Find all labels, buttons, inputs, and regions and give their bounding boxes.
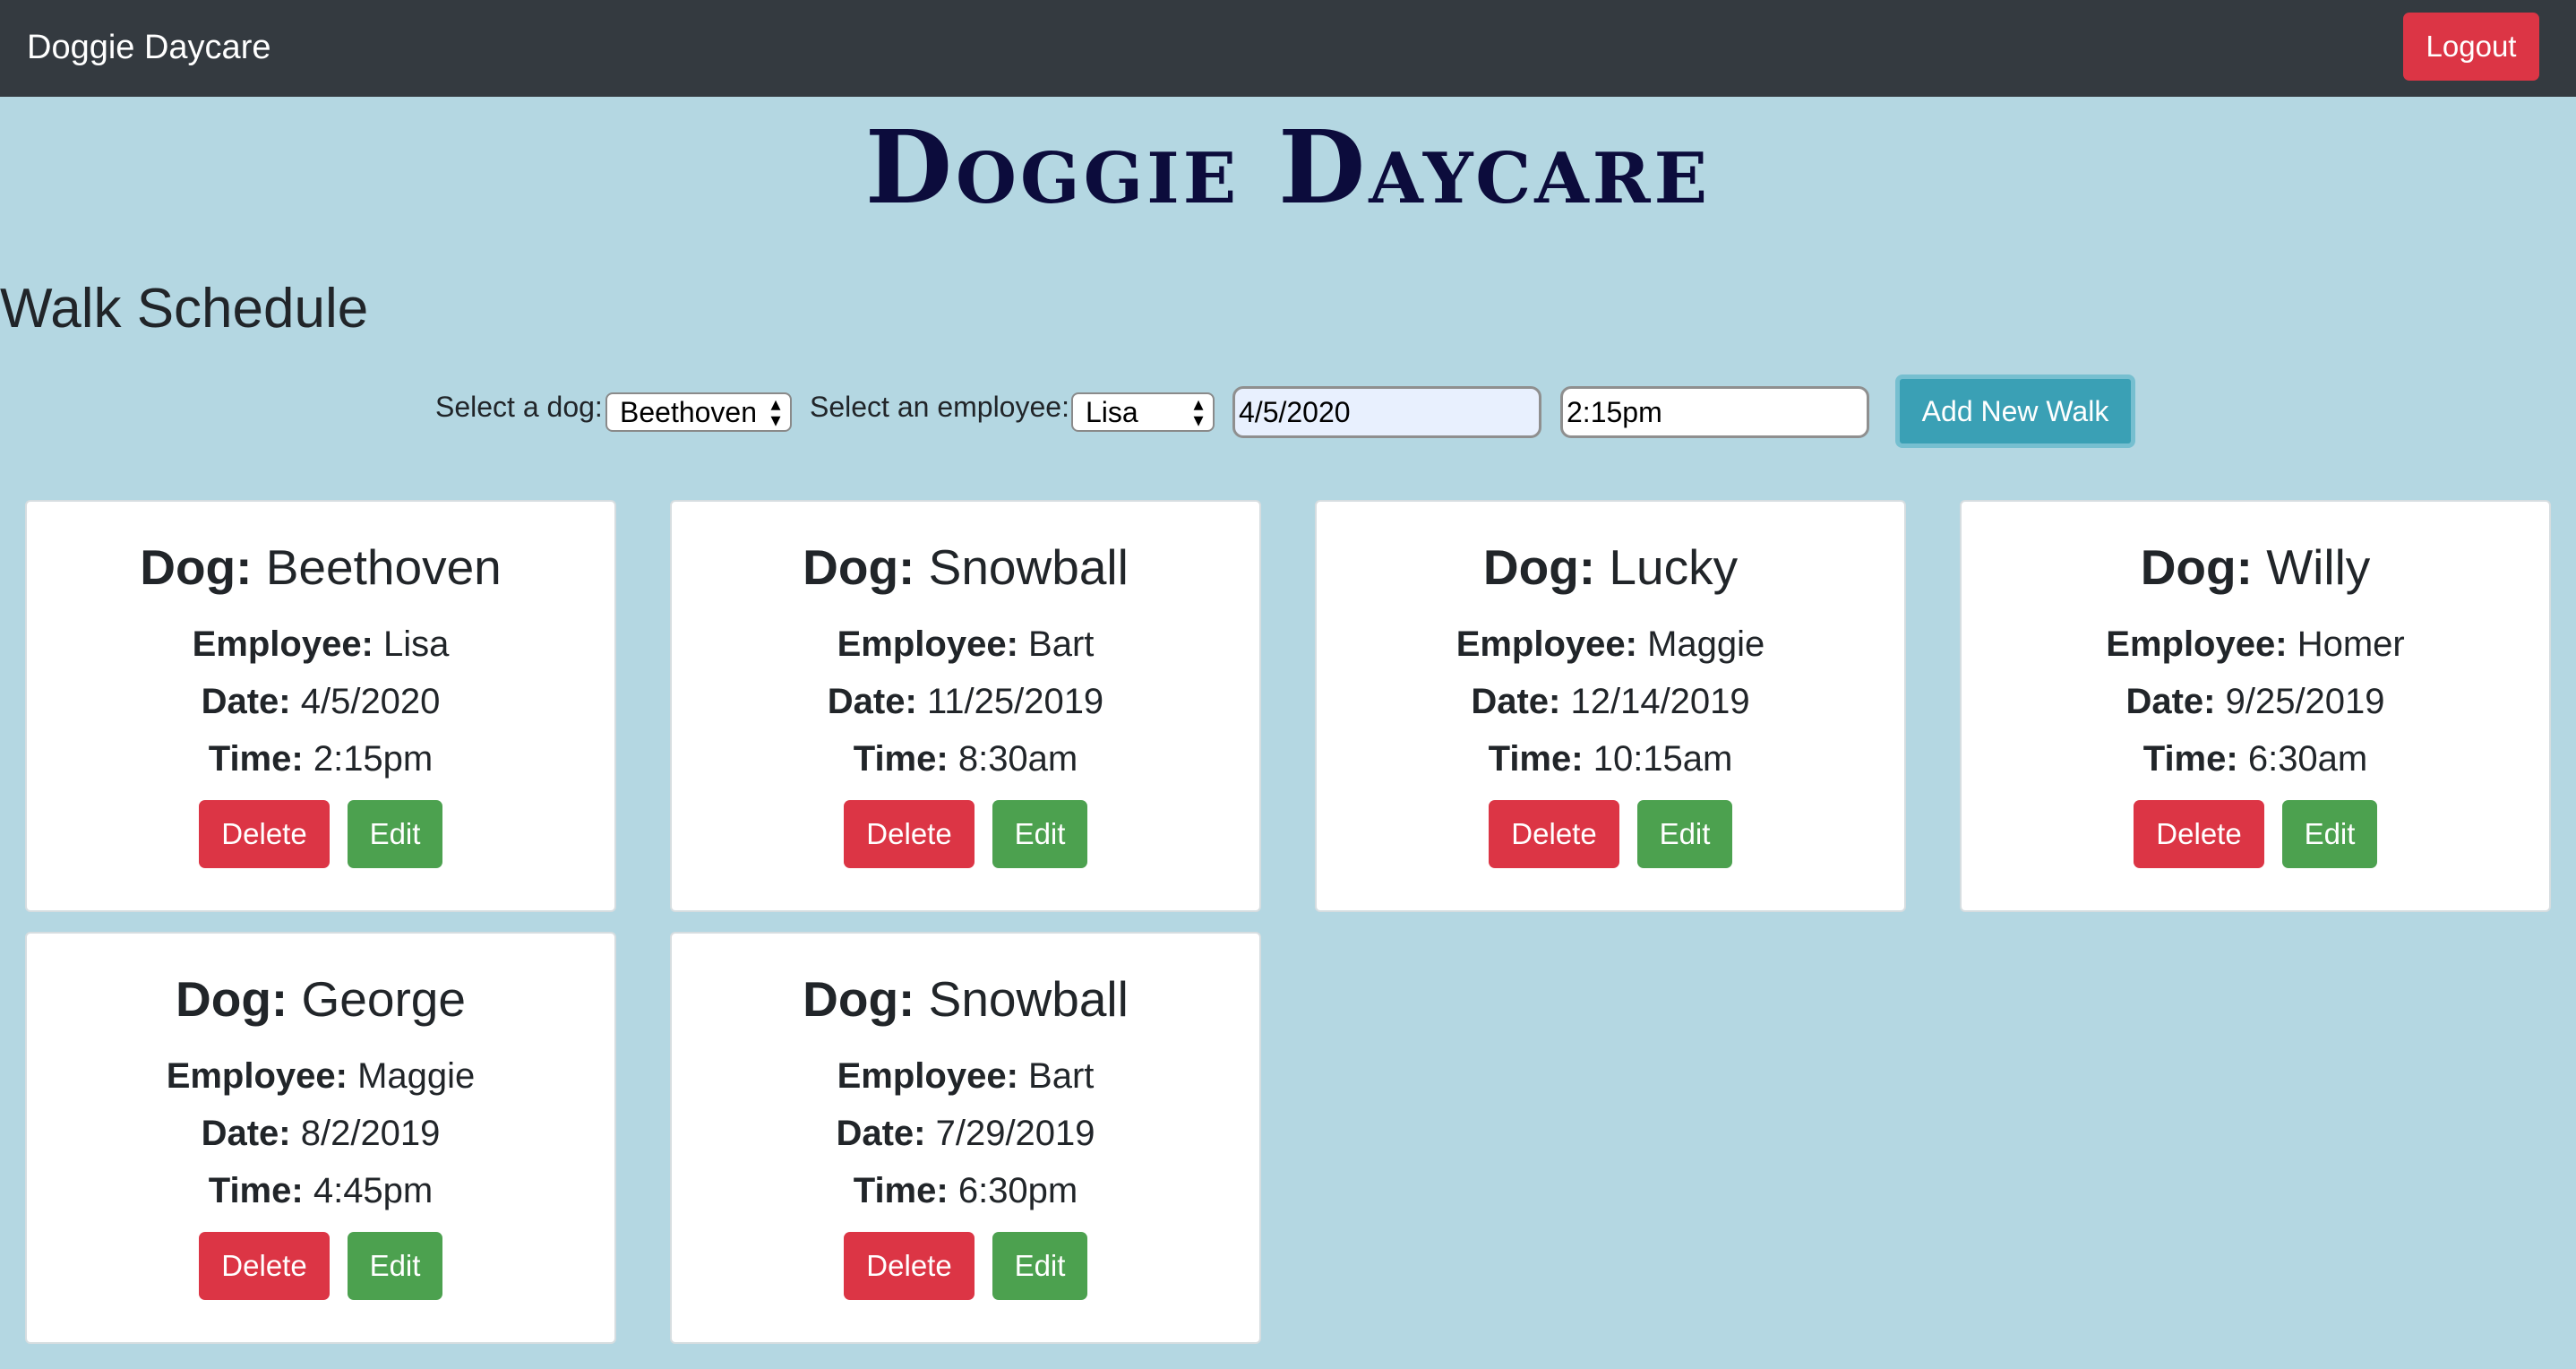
delete-button[interactable]: Delete bbox=[2134, 800, 2264, 868]
employee-select-label: Select an employee: bbox=[810, 391, 1069, 423]
walk-card-employee: Employee: Maggie bbox=[1455, 624, 1765, 664]
navbar-brand[interactable]: Doggie Daycare bbox=[27, 25, 270, 70]
walk-card-time: Time: 8:30am bbox=[853, 739, 1078, 779]
delete-button[interactable]: Delete bbox=[199, 800, 330, 868]
walk-schedule-heading: Walk Schedule bbox=[0, 278, 369, 340]
select-arrows-icon: ▴ ▾ bbox=[1193, 392, 1204, 431]
walk-card-time: Time: 10:15am bbox=[1488, 739, 1733, 779]
walk-card-dog: Dog: Beethoven bbox=[140, 539, 502, 595]
walk-card-dog: Dog: Snowball bbox=[803, 971, 1129, 1027]
date-input[interactable] bbox=[1232, 386, 1541, 438]
walk-card-actions: Delete Edit bbox=[672, 800, 1259, 868]
edit-button[interactable]: Edit bbox=[992, 800, 1087, 868]
add-new-walk-button[interactable]: Add New Walk bbox=[1895, 375, 2135, 448]
walk-card: Dog: Snowball Employee: Bart Date: 11/25… bbox=[670, 500, 1261, 912]
employee-select-value: Lisa bbox=[1086, 396, 1138, 428]
walk-card-dog: Dog: Lucky bbox=[1482, 539, 1739, 595]
walk-card-employee: Employee: Bart bbox=[837, 1056, 1095, 1096]
dog-select[interactable]: Beethoven ▴ ▾ bbox=[605, 392, 792, 432]
dog-select-value: Beethoven bbox=[620, 396, 758, 428]
delete-button[interactable]: Delete bbox=[199, 1232, 330, 1300]
dog-select-label: Select a dog: bbox=[435, 391, 603, 423]
walk-card-time: Time: 4:45pm bbox=[208, 1171, 434, 1210]
walk-card-date: Date: 9/25/2019 bbox=[2125, 682, 2385, 721]
top-navbar: Doggie Daycare Logout bbox=[0, 0, 2576, 97]
walk-card-date: Date: 12/14/2019 bbox=[1471, 682, 1750, 721]
edit-button[interactable]: Edit bbox=[1637, 800, 1732, 868]
walk-card-actions: Delete Edit bbox=[672, 1232, 1259, 1300]
walk-card: Dog: Lucky Employee: Maggie Date: 12/14/… bbox=[1315, 500, 1906, 912]
logout-button[interactable]: Logout bbox=[2403, 13, 2539, 81]
walk-card: Dog: Willy Employee: Homer Date: 9/25/20… bbox=[1960, 500, 2551, 912]
walk-card-time: Time: 6:30am bbox=[2142, 739, 2368, 779]
walk-card-time: Time: 2:15pm bbox=[208, 739, 434, 779]
walk-card-actions: Delete Edit bbox=[1962, 800, 2549, 868]
employee-select[interactable]: Lisa ▴ ▾ bbox=[1071, 392, 1215, 432]
walk-card-date: Date: 11/25/2019 bbox=[827, 682, 1104, 721]
edit-button[interactable]: Edit bbox=[992, 1232, 1087, 1300]
walk-card-date: Date: 4/5/2020 bbox=[201, 682, 441, 721]
edit-button[interactable]: Edit bbox=[348, 800, 442, 868]
walk-card-employee: Employee: Maggie bbox=[166, 1056, 476, 1096]
time-input[interactable] bbox=[1560, 386, 1869, 438]
walk-card-employee: Employee: Homer bbox=[2106, 624, 2405, 664]
walk-card: Dog: Snowball Employee: Bart Date: 7/29/… bbox=[670, 932, 1261, 1344]
walk-card-employee: Employee: Bart bbox=[837, 624, 1095, 664]
page-hero-title: Doggie Daycare bbox=[864, 109, 1712, 227]
delete-button[interactable]: Delete bbox=[844, 800, 975, 868]
walk-card-actions: Delete Edit bbox=[27, 1232, 614, 1300]
walk-card-employee: Employee: Lisa bbox=[192, 624, 450, 664]
edit-button[interactable]: Edit bbox=[348, 1232, 442, 1300]
walk-card-date: Date: 7/29/2019 bbox=[836, 1114, 1095, 1153]
walk-card-dog: Dog: Snowball bbox=[803, 539, 1129, 595]
walk-card-dog: Dog: Willy bbox=[2140, 539, 2371, 595]
walk-card-time: Time: 6:30pm bbox=[853, 1171, 1078, 1210]
delete-button[interactable]: Delete bbox=[1489, 800, 1619, 868]
walk-card-date: Date: 8/2/2019 bbox=[201, 1114, 441, 1153]
walk-card-actions: Delete Edit bbox=[27, 800, 614, 868]
walk-card: Dog: Beethoven Employee: Lisa Date: 4/5/… bbox=[25, 500, 616, 912]
select-arrows-icon: ▴ ▾ bbox=[770, 392, 781, 431]
delete-button[interactable]: Delete bbox=[844, 1232, 975, 1300]
edit-button[interactable]: Edit bbox=[2282, 800, 2377, 868]
walk-card-dog: Dog: George bbox=[176, 971, 466, 1027]
walk-card-actions: Delete Edit bbox=[1317, 800, 1904, 868]
walk-card: Dog: George Employee: Maggie Date: 8/2/2… bbox=[25, 932, 616, 1344]
